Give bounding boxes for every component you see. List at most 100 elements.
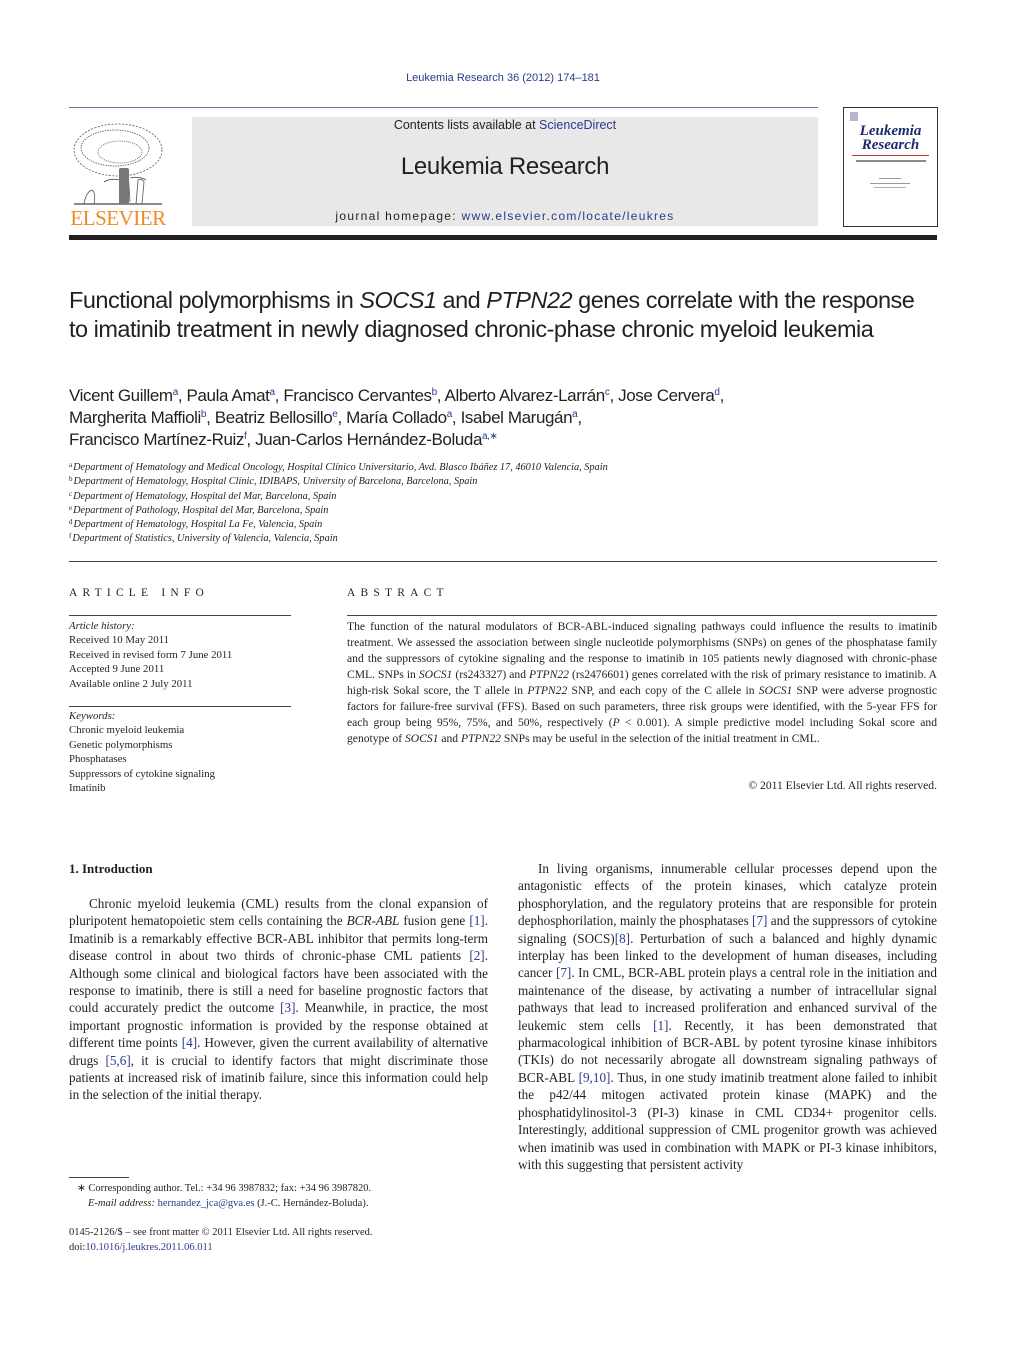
citation-link[interactable]: [5,6]: [105, 1053, 130, 1068]
corresponding-author-contact: ∗ Corresponding author. Tel.: +34 96 398…: [77, 1183, 372, 1194]
doi-link[interactable]: 10.1016/j.leukres.2011.06.011: [85, 1242, 212, 1253]
keywords-rule: [69, 706, 291, 707]
history-list: Received 10 May 2011 Received in revised …: [69, 633, 291, 691]
contents-prefix: Contents lists available at: [393, 118, 540, 132]
author-list: Vicent Guillema, Paula Amata, Francisco …: [69, 386, 724, 449]
citation-link[interactable]: [4]: [182, 1035, 197, 1050]
email-line: E-mail address: hernandez_jca@gva.es (J.…: [77, 1196, 507, 1211]
author-name[interactable]: Jose Cervera: [618, 386, 715, 405]
citation-link[interactable]: [8]: [615, 931, 630, 946]
affiliation-text: Department of Hematology, Hospital del M…: [73, 490, 337, 502]
citation-link[interactable]: [7]: [556, 965, 571, 980]
keyword-item[interactable]: Genetic polymorphisms: [69, 738, 291, 752]
author-name[interactable]: Paula Amat: [187, 386, 270, 405]
author-name[interactable]: Francisco Martínez-Ruiz: [69, 430, 244, 449]
affiliation: eDepartment of Pathology, Hospital del M…: [69, 504, 929, 518]
footnote-rule: [69, 1177, 129, 1178]
body-text: , it is crucial to identify factors that…: [69, 1052, 488, 1103]
doi-prefix: doi:: [69, 1242, 86, 1253]
body-paragraph: In living organisms, innumerable cellula…: [518, 860, 937, 1173]
title-text: Functional polymorphisms in: [69, 287, 360, 313]
author-name[interactable]: Isabel Marugán: [461, 408, 573, 427]
affiliation-marker[interactable]: b: [432, 387, 438, 398]
cover-publisher-mark: [850, 112, 858, 121]
affiliation-key: c: [69, 489, 73, 498]
body-text: . Thus, in one study imatinib treatment …: [518, 1069, 937, 1172]
cover-editor-line: [874, 187, 906, 188]
affiliation-marker[interactable]: b: [201, 409, 207, 420]
affiliation-key: a: [69, 461, 73, 469]
email-link[interactable]: hernandez_jca@gva.es: [158, 1198, 255, 1209]
affiliation-marker[interactable]: d: [714, 387, 720, 398]
body-text: fusion gene: [399, 913, 470, 929]
cover-editor-line: [870, 183, 910, 184]
abstract-italic: SOCS1: [404, 732, 439, 745]
affiliation-key: b: [69, 475, 73, 484]
gene-name: SOCS1: [359, 287, 437, 313]
section-heading-introduction: 1. Introduction: [69, 861, 153, 876]
abstract-italic: SOCS1: [758, 684, 793, 697]
abstract-text: The function of the natural modulators o…: [347, 619, 937, 747]
body-column-right: In living organisms, innumerable cellula…: [518, 860, 937, 1173]
cover-subtitle-line: [856, 160, 926, 162]
elsevier-logo[interactable]: ELSEVIER: [67, 118, 169, 230]
journal-homepage-link[interactable]: www.elsevier.com/locate/leukres: [462, 209, 675, 223]
author-name[interactable]: Vicent Guillem: [69, 386, 173, 405]
citation-link[interactable]: [2]: [469, 948, 484, 963]
keyword-item[interactable]: Chronic myeloid leukemia: [69, 723, 291, 737]
article-history: Article history: Received 10 May 2011 Rec…: [69, 619, 291, 691]
keyword-item[interactable]: Phosphatases: [69, 752, 291, 766]
author-name[interactable]: Juan-Carlos Hernández-Boluda: [255, 430, 482, 449]
history-item: Accepted 9 June 2011: [69, 663, 165, 676]
affiliation-text: Department of Statistics, University of …: [72, 533, 338, 545]
abstract-run: SNPs may be useful in the selection of t…: [500, 732, 820, 745]
abstract-italic: P: [612, 716, 620, 729]
keywords-label: Keywords:: [69, 710, 116, 722]
issn-doi-block: 0145-2126/$ – see front matter © 2011 El…: [69, 1225, 499, 1255]
abstract-run: and: [438, 732, 461, 745]
keyword-item[interactable]: Suppressors of cytokine signaling: [69, 767, 291, 781]
affiliation-marker[interactable]: a: [447, 409, 453, 420]
section-rule: [69, 561, 937, 562]
affiliation-text: Department of Pathology, Hospital del Ma…: [73, 504, 329, 516]
email-label: E-mail address:: [88, 1198, 158, 1209]
affiliation: dDepartment of Hematology, Hospital La F…: [69, 518, 929, 532]
journal-title: Leukemia Research: [400, 153, 610, 180]
history-label: Article history:: [69, 620, 135, 632]
author-name[interactable]: Margherita Maffioli: [69, 408, 201, 427]
affiliation-marker[interactable]: a: [269, 387, 275, 398]
citation-link[interactable]: [7]: [752, 913, 767, 928]
affiliation-marker[interactable]: a,∗: [482, 431, 498, 442]
sciencedirect-link[interactable]: ScienceDirect: [539, 118, 616, 132]
abstract-italic: PTPN22: [461, 732, 501, 745]
affiliation-marker[interactable]: c: [605, 387, 610, 398]
article-title: Functional polymorphisms in SOCS1 and PT…: [69, 286, 929, 344]
keyword-item[interactable]: Imatinib: [69, 781, 291, 795]
article-info-heading: ARTICLE INFO: [69, 587, 209, 599]
journal-banner: Contents lists available at ScienceDirec…: [192, 117, 818, 226]
citation-link[interactable]: [3]: [280, 1000, 295, 1015]
citation-link[interactable]: [1]: [469, 913, 484, 928]
email-suffix: (J.-C. Hernández-Boluda).: [254, 1198, 369, 1209]
body-column-left: Chronic myeloid leukemia (CML) results f…: [69, 895, 488, 1104]
affiliation-marker[interactable]: f: [244, 431, 247, 442]
author-name[interactable]: María Collado: [346, 408, 447, 427]
affiliation-marker[interactable]: a: [572, 409, 578, 420]
abstract-rule: [347, 615, 937, 616]
journal-cover-thumbnail[interactable]: Leukemia Research: [843, 107, 938, 227]
citation-link[interactable]: [9,10]: [579, 1070, 611, 1085]
gene-name: PTPN22: [486, 287, 573, 313]
journal-citation[interactable]: Leukemia Research 36 (2012) 174–181: [0, 72, 1006, 84]
affiliation-text: Department of Hematology, Hospital La Fe…: [73, 519, 323, 531]
author-name[interactable]: Beatriz Bellosillo: [215, 408, 333, 427]
affiliation: bDepartment of Hematology, Hospital Clín…: [69, 475, 929, 489]
author-name[interactable]: Francisco Cervantes: [283, 386, 432, 405]
contents-line: Contents lists available at ScienceDirec…: [192, 118, 818, 132]
affiliation-marker[interactable]: a: [173, 387, 179, 398]
author-name[interactable]: Alberto Alvarez-Larrán: [445, 386, 606, 405]
corresponding-author-footnote: ∗ Corresponding author. Tel.: +34 96 398…: [77, 1181, 507, 1211]
citation-link[interactable]: [1]: [653, 1018, 668, 1033]
affiliation-marker[interactable]: e: [332, 409, 338, 420]
affiliation: cDepartment of Hematology, Hospital del …: [69, 490, 929, 504]
keyword-list: Chronic myeloid leukemia Genetic polymorp…: [69, 723, 291, 795]
